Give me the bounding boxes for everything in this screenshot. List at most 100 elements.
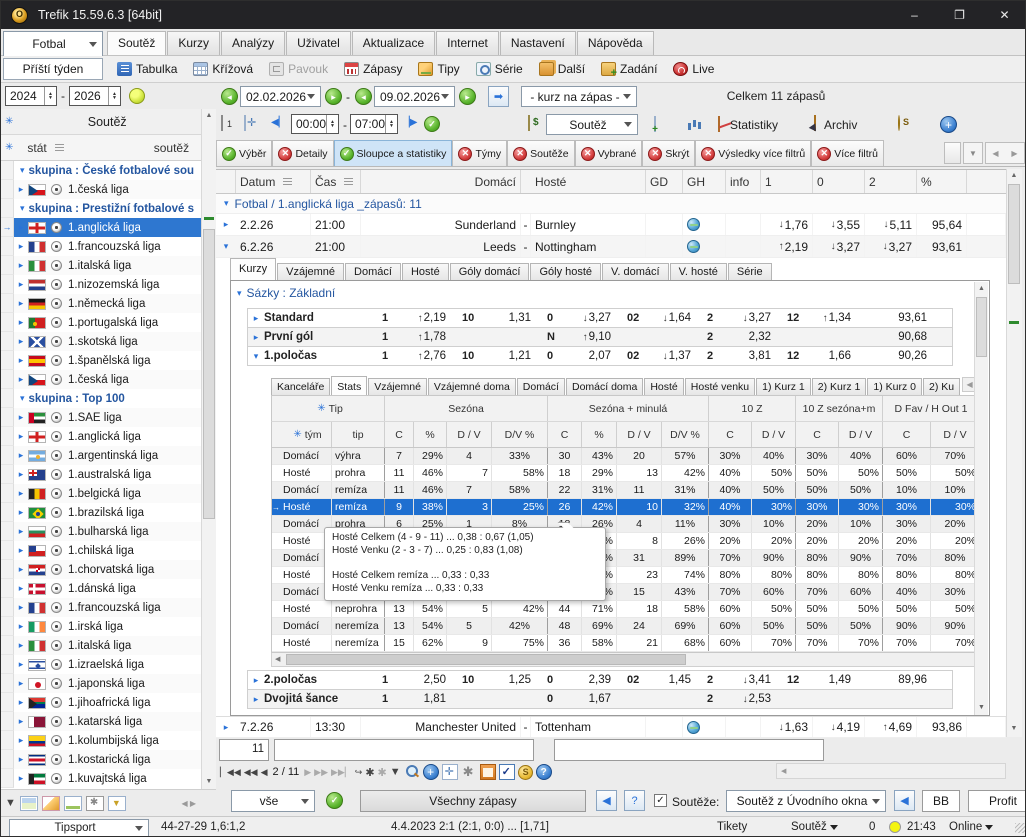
expand-icon[interactable]: ▸ [216,219,236,230]
expand-icon[interactable]: ▸ [14,184,28,195]
toolbar-Tabulka[interactable]: Tabulka [109,57,185,81]
online-menu[interactable]: Online [949,821,993,833]
period-button[interactable]: Příští týden [3,58,103,80]
spinner-arrows-icon[interactable]: ▲▼ [385,115,397,133]
report-icon[interactable] [480,764,496,780]
toolbar-Pavouk[interactable]: Pavouk [261,57,336,81]
stats-tab-Hosté[interactable]: Hosté [644,378,683,395]
sport-selector[interactable]: Fotbal [3,31,103,57]
globe-icon[interactable] [687,240,700,253]
date-prev-icon[interactable]: ◂ [221,88,238,105]
sidebar-scrollbar[interactable]: ▲ ▼ [201,109,216,789]
vse-select[interactable]: vše [231,790,315,812]
grid-group-row[interactable]: ▾ Fotbal / 1.anglická liga _zápasů: 11 [216,194,1006,214]
grid-scrollbar[interactable]: ▲ ▼ [1006,169,1022,737]
league-item[interactable]: ▸1.australská liga [1,465,201,484]
asterisk-icon[interactable]: ✳ [5,142,13,153]
stats-col-C[interactable]: C [709,422,752,447]
date2-prev-icon[interactable]: ◂ [355,88,372,105]
filter-input-2[interactable] [554,739,824,761]
stats-row[interactable]: Hosténeremíza1562%975%3658%2168%60%70%70… [272,635,984,652]
league-item[interactable]: ▸1.brazilská liga [1,503,201,522]
filter-Výsledky více filtrů[interactable]: ✕Výsledky více filtrů [695,140,811,166]
expand-icon[interactable]: ▸ [14,431,28,442]
stats-row[interactable]: Hostéprohra1146%758%1829%1342%40%50%50%5… [272,465,984,482]
asterisk-icon[interactable]: ✳ [293,429,301,440]
stats-tab-2) Ku[interactable]: 2) Ku [923,378,960,395]
bet-row-Dvojitá šance[interactable]: ▸Dvojitá šance11,8101,672↓2,53 [247,689,953,709]
match-row-expanded[interactable]: ▾ 6.2.26 21:00 Leeds - Nottingham ↑2,19 … [216,236,1006,258]
collapse-icon[interactable]: ▾ [20,393,25,404]
col-gh[interactable]: GH [683,170,726,193]
globe-icon[interactable] [687,721,700,734]
collapse-icon[interactable]: ▾ [237,288,242,299]
toolbar-Zápasy[interactable]: Zápasy [336,57,410,81]
asterisk-dim-icon[interactable]: ✱ [378,766,387,779]
minimize-button[interactable]: – [892,1,937,29]
league-item[interactable]: ▸1.belgická liga [1,484,201,503]
add-circle-icon[interactable]: + [940,116,957,133]
fit-icon[interactable] [442,764,458,780]
stats-row[interactable]: Domácíremíza1146%758%2231%1131%40%50%50%… [272,482,984,499]
kurz-select[interactable]: - kurz na zápas - [521,86,637,107]
expand-icon[interactable]: ▸ [14,564,28,575]
stats-tab-Stats[interactable]: Stats [331,376,367,395]
date-from-picker[interactable]: 02.02.2026 [240,86,321,107]
stats-group-Tip[interactable]: ✳Tip [272,396,385,421]
back2-icon[interactable]: ◀ [894,790,915,811]
scroll-down-icon[interactable]: ▼ [975,701,988,715]
stats-col-D / V[interactable]: D / V [752,422,796,447]
scroll-up-icon[interactable]: ▲ [1007,169,1021,183]
stats-col-D / V[interactable]: D / V [931,422,980,447]
expand-icon[interactable]: ▸ [14,317,28,328]
league-item[interactable]: ▸1.jihoafrická liga [1,693,201,712]
detail-tab-Góly hosté[interactable]: Góly hosté [530,263,601,280]
league-item[interactable]: ▸1.portugalská liga [1,313,201,332]
time-from-spinner[interactable]: 00:00▲▼ [291,114,339,134]
stats-tab-1) Kurz 0[interactable]: 1) Kurz 0 [867,378,922,395]
league-item[interactable]: ▸1.francouzská liga [1,598,201,617]
detail-tab-Domácí[interactable]: Domácí [345,263,401,280]
col-0[interactable]: 0 [813,170,865,193]
tikety-label[interactable]: Tikety [717,821,747,833]
settings-icon[interactable] [86,796,104,811]
league-item[interactable]: ▸1.bulharská liga [1,522,201,541]
close-button[interactable]: ✕ [982,1,1026,29]
calendar-day-icon[interactable] [221,115,223,131]
expand-icon[interactable]: ▸ [248,694,264,705]
asterisk-icon[interactable]: ✱ [365,766,374,779]
menu-tab-Nastavení[interactable]: Nastavení [500,31,576,55]
spinner-arrows-icon[interactable]: ▲▼ [44,87,56,105]
league-item[interactable]: ▸1.japonská liga [1,674,201,693]
expand-icon[interactable]: ▸ [14,621,28,632]
expand-icon[interactable]: ▸ [14,583,28,594]
league-item[interactable]: ▸1.italská liga [1,636,201,655]
expand-icon[interactable]: ▸ [14,507,28,518]
col-domaci[interactable]: Domácí [361,170,521,193]
count-box[interactable]: 11 [219,739,269,761]
league-item[interactable]: ▸1.kolumbijská liga [1,731,201,750]
stats-tab-Vzájemné[interactable]: Vzájemné [368,378,427,395]
stats-col-%[interactable]: % [414,422,447,447]
toolbar-Live[interactable]: Live [665,57,722,81]
stats-tab-Domácí doma[interactable]: Domácí doma [566,378,643,395]
detail-tab-V. hosté[interactable]: V. hosté [670,263,727,280]
stats-col-C[interactable]: C [796,422,839,447]
expand-icon[interactable]: ▾ [248,351,264,362]
stats-tab-Hosté venku[interactable]: Hosté venku [685,378,755,395]
league-item[interactable]: ▸1.chilská liga [1,541,201,560]
toolbar-Zadání[interactable]: Zadání [593,57,665,81]
collapse-icon[interactable]: ▾ [20,165,25,176]
league-item[interactable]: ▸1.skotská liga [1,332,201,351]
stats-group-Sezóna[interactable]: Sezóna [385,396,548,421]
stats-row[interactable]: Domácíneremíza1354%542%4869%2469%60%50%5… [272,618,984,635]
expand-icon[interactable]: ▸ [14,697,28,708]
league-item[interactable]: ▸1.izraelská liga [1,655,201,674]
col-stat[interactable]: stát [27,141,46,155]
stats-row[interactable]: Hosténeprohra1354%542%4471%1858%60%50%50… [272,601,984,618]
scroll-thumb[interactable] [1008,184,1020,284]
stats-col-D/V %[interactable]: D/V % [662,422,709,447]
stats-col-D / V[interactable]: D / V [617,422,662,447]
sort-icon[interactable] [55,144,64,152]
skip-end-icon[interactable]: ▕▶ [402,117,417,128]
